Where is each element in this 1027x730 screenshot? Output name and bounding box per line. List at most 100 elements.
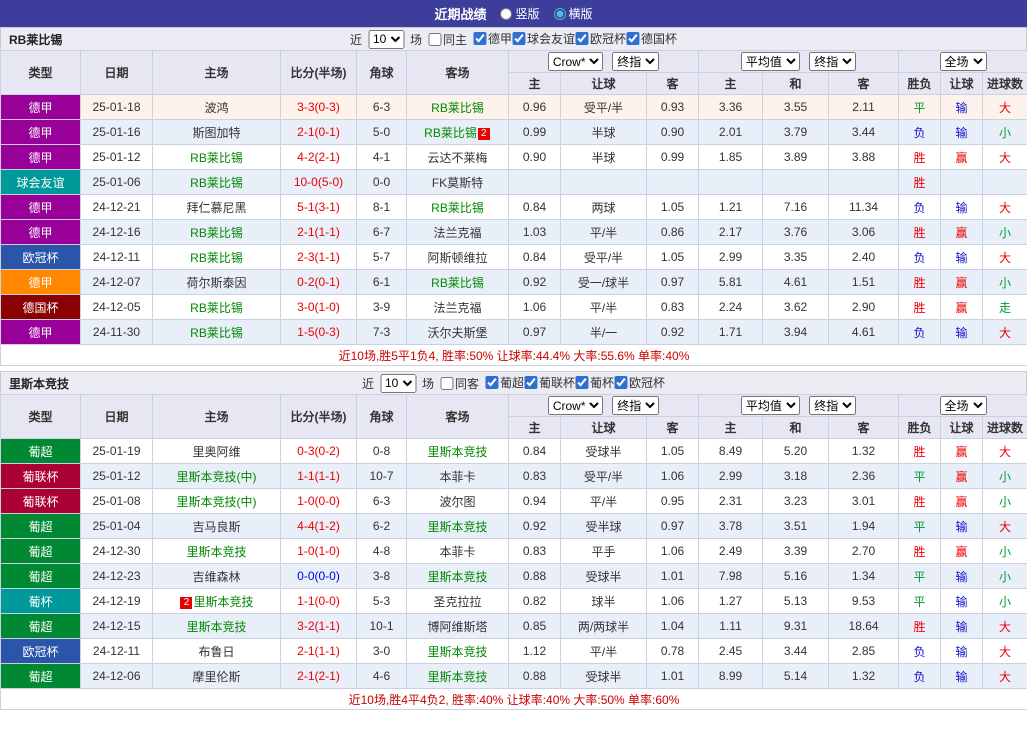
- euro-company-select[interactable]: 平均值: [740, 396, 800, 415]
- league-checkbox-input[interactable]: [575, 32, 589, 45]
- away-team-cell[interactable]: 法兰克福: [406, 219, 509, 245]
- away-team-cell[interactable]: RB莱比锡: [406, 94, 509, 120]
- team-link[interactable]: 摩里伦斯: [192, 670, 240, 684]
- team-link[interactable]: 里斯本竞技: [427, 445, 487, 459]
- league-filter-checkbox[interactable]: 葡杯: [575, 374, 614, 391]
- home-team-cell[interactable]: RB莱比锡: [152, 244, 281, 270]
- games-count-select[interactable]: 10: [367, 29, 404, 49]
- same-venue-input[interactable]: [439, 376, 453, 390]
- away-team-cell[interactable]: 阿斯顿维拉: [406, 244, 509, 270]
- match-score[interactable]: 1-1(1-1): [280, 463, 357, 489]
- match-score[interactable]: 2-1(1-1): [280, 219, 357, 245]
- away-team-cell[interactable]: RB莱比锡: [406, 269, 509, 295]
- match-score[interactable]: 5-1(3-1): [280, 194, 357, 220]
- away-team-cell[interactable]: 本菲卡: [406, 538, 509, 564]
- team-link[interactable]: 沃尔夫斯堡: [427, 326, 487, 340]
- away-team-cell[interactable]: 里斯本竞技: [406, 438, 509, 464]
- team-link[interactable]: 法兰克福: [433, 226, 481, 240]
- league-checkbox-input[interactable]: [472, 32, 486, 45]
- layout-radio-horizontal[interactable]: 横版: [553, 5, 593, 22]
- asian-company-select[interactable]: Crow*: [547, 396, 603, 415]
- home-team-cell[interactable]: 摩里伦斯: [152, 663, 281, 689]
- home-team-cell[interactable]: RB莱比锡: [152, 219, 281, 245]
- team-link[interactable]: 云达不莱梅: [427, 151, 487, 165]
- same-venue-checkbox[interactable]: 同客: [439, 375, 479, 392]
- match-score[interactable]: 3-2(1-1): [280, 613, 357, 639]
- match-score[interactable]: 2-1(2-1): [280, 663, 357, 689]
- league-checkbox-input[interactable]: [484, 376, 498, 389]
- league-checkbox-input[interactable]: [614, 376, 628, 389]
- away-team-cell[interactable]: 波尔图: [406, 488, 509, 514]
- away-team-cell[interactable]: 沃尔夫斯堡: [406, 319, 509, 345]
- home-team-cell[interactable]: 里斯本竞技(中): [152, 488, 281, 514]
- match-score[interactable]: 1-0(1-0): [280, 538, 357, 564]
- team-link[interactable]: 里斯本竞技: [193, 595, 253, 609]
- team-link[interactable]: 布鲁日: [198, 645, 234, 659]
- team-link[interactable]: 荷尔斯泰因: [186, 276, 246, 290]
- team-link[interactable]: 圣克拉拉: [433, 595, 481, 609]
- away-team-cell[interactable]: 里斯本竞技: [406, 513, 509, 539]
- team-link[interactable]: RB莱比锡: [190, 301, 243, 315]
- home-team-cell[interactable]: 布鲁日: [152, 638, 281, 664]
- away-team-cell[interactable]: RB莱比锡 2: [406, 119, 509, 145]
- team-link[interactable]: 里斯本竞技(中): [177, 470, 257, 484]
- scope-select[interactable]: 全场: [939, 52, 987, 71]
- home-team-cell[interactable]: 波鸿: [152, 94, 281, 120]
- team-link[interactable]: RB莱比锡: [424, 126, 477, 140]
- away-team-cell[interactable]: 博阿维斯塔: [406, 613, 509, 639]
- home-team-cell[interactable]: 斯图加特: [152, 119, 281, 145]
- euro-stage-select[interactable]: 终指: [809, 52, 857, 71]
- match-score[interactable]: 0-0(0-0): [280, 563, 357, 589]
- league-filter-checkbox[interactable]: 欧冠杯: [575, 30, 626, 47]
- match-score[interactable]: 1-0(0-0): [280, 488, 357, 514]
- away-team-cell[interactable]: RB莱比锡: [406, 194, 509, 220]
- team-link[interactable]: RB莱比锡: [431, 101, 484, 115]
- match-score[interactable]: 2-3(1-1): [280, 244, 357, 270]
- team-link[interactable]: 吉马良斯: [192, 520, 240, 534]
- league-filter-checkbox[interactable]: 葡联杯: [524, 374, 575, 391]
- league-filter-checkbox[interactable]: 德甲: [472, 30, 512, 47]
- team-link[interactable]: 本菲卡: [439, 470, 475, 484]
- home-team-cell[interactable]: 拜仁慕尼黑: [152, 194, 281, 220]
- away-team-cell[interactable]: 里斯本竞技: [406, 638, 509, 664]
- team-link[interactable]: 里斯本竞技: [427, 670, 487, 684]
- league-checkbox-input[interactable]: [626, 32, 640, 45]
- team-link[interactable]: RB莱比锡: [431, 201, 484, 215]
- team-link[interactable]: 斯图加特: [192, 126, 240, 140]
- match-score[interactable]: 4-4(1-2): [280, 513, 357, 539]
- league-checkbox-input[interactable]: [512, 32, 526, 45]
- radio-vertical-input[interactable]: [500, 7, 513, 20]
- scope-select[interactable]: 全场: [939, 396, 987, 415]
- home-team-cell[interactable]: 吉维森林: [152, 563, 281, 589]
- team-link[interactable]: 波尔图: [439, 495, 475, 509]
- asian-stage-select[interactable]: 终指: [612, 52, 660, 71]
- team-link[interactable]: RB莱比锡: [190, 176, 243, 190]
- same-venue-checkbox[interactable]: 同主: [427, 31, 467, 48]
- euro-stage-select[interactable]: 终指: [809, 396, 857, 415]
- team-link[interactable]: 法兰克福: [433, 301, 481, 315]
- home-team-cell[interactable]: 里斯本竞技(中): [152, 463, 281, 489]
- home-team-cell[interactable]: RB莱比锡: [152, 144, 281, 170]
- away-team-cell[interactable]: 里斯本竞技: [406, 663, 509, 689]
- asian-company-select[interactable]: Crow*: [547, 52, 603, 71]
- team-link[interactable]: RB莱比锡: [190, 326, 243, 340]
- away-team-cell[interactable]: 本菲卡: [406, 463, 509, 489]
- match-score[interactable]: 3-0(1-0): [280, 294, 357, 320]
- match-score[interactable]: 1-5(0-3): [280, 319, 357, 345]
- team-link[interactable]: 里斯本竞技: [186, 545, 246, 559]
- radio-horizontal-input[interactable]: [553, 7, 566, 20]
- home-team-cell[interactable]: 吉马良斯: [152, 513, 281, 539]
- team-link[interactable]: 里斯本竞技: [186, 620, 246, 634]
- team-link[interactable]: RB莱比锡: [190, 226, 243, 240]
- team-link[interactable]: 里奥阿维: [192, 445, 240, 459]
- team-link[interactable]: FK莫斯特: [432, 176, 483, 190]
- team-link[interactable]: 里斯本竞技: [427, 645, 487, 659]
- home-team-cell[interactable]: RB莱比锡: [152, 169, 281, 195]
- league-filter-checkbox[interactable]: 欧冠杯: [614, 374, 665, 391]
- asian-stage-select[interactable]: 终指: [612, 396, 660, 415]
- league-filter-checkbox[interactable]: 德国杯: [626, 30, 677, 47]
- team-link[interactable]: 本菲卡: [439, 545, 475, 559]
- team-link[interactable]: 里斯本竞技: [427, 520, 487, 534]
- home-team-cell[interactable]: 里斯本竞技: [152, 613, 281, 639]
- home-team-cell[interactable]: RB莱比锡: [152, 294, 281, 320]
